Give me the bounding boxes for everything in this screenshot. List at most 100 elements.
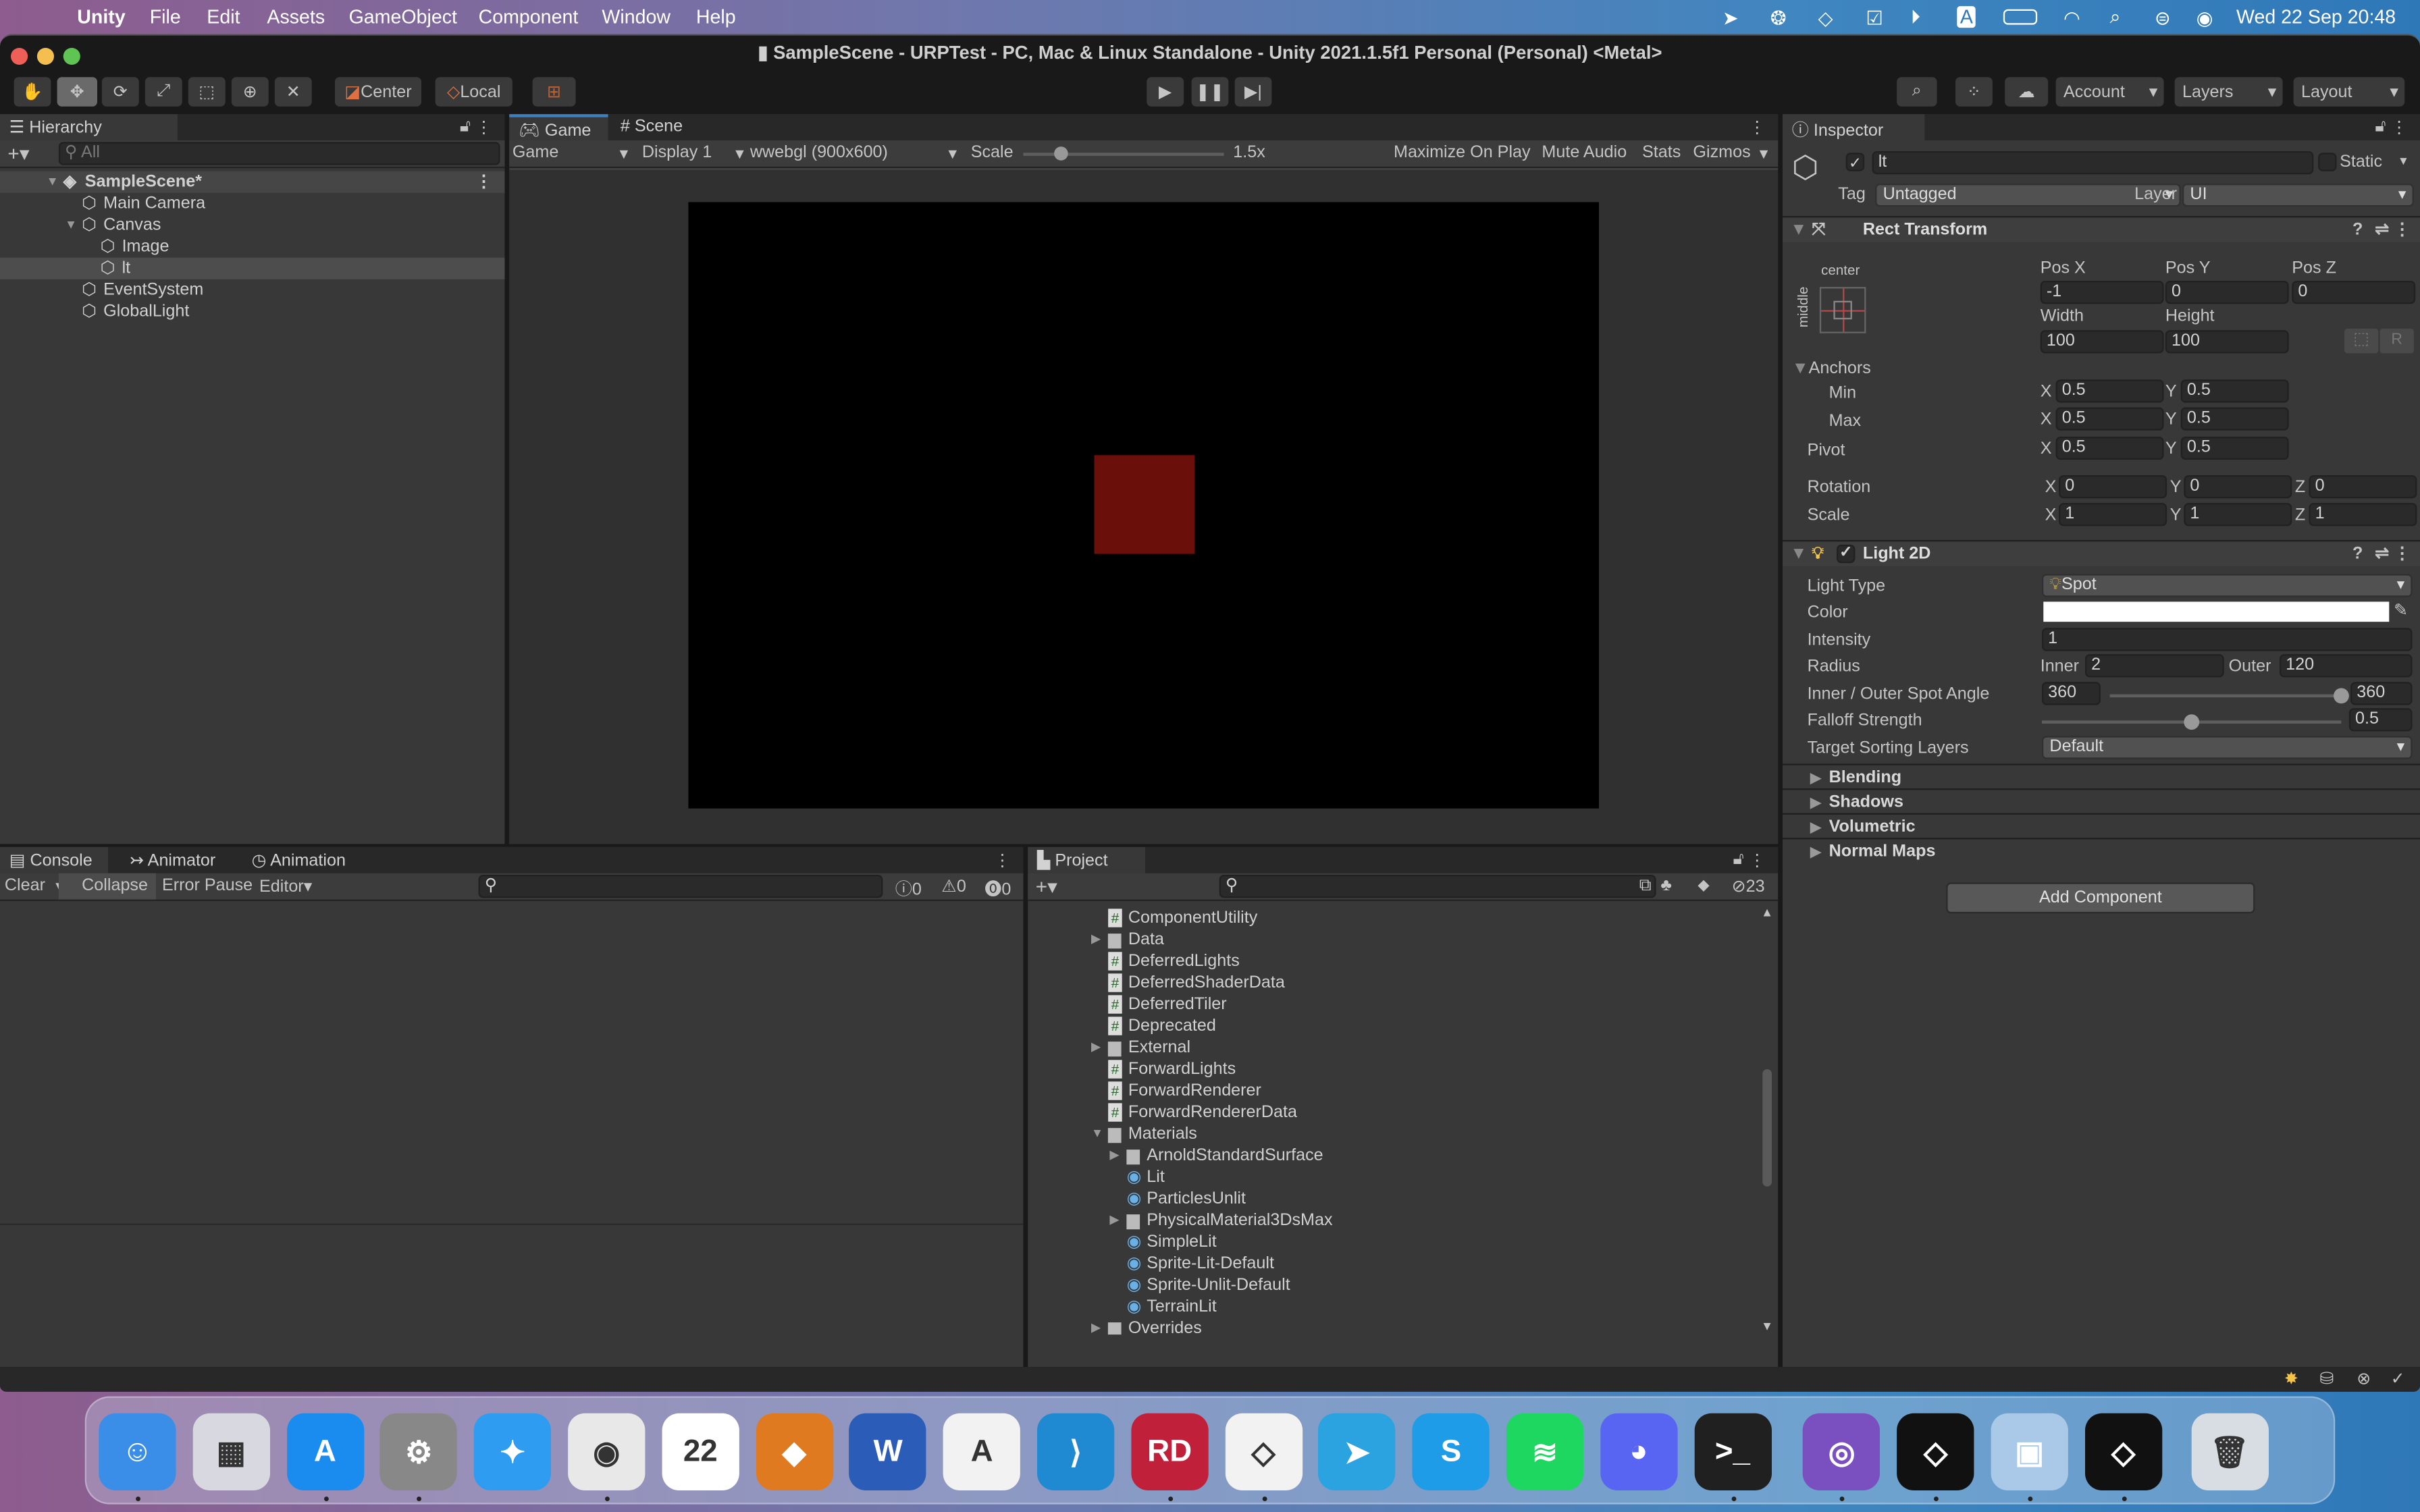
create-add-button[interactable]: +▾ bbox=[1036, 875, 1057, 900]
posz-input[interactable]: 0 bbox=[2292, 280, 2416, 304]
rotz-input[interactable]: 0 bbox=[2309, 475, 2417, 499]
volumetric-foldout[interactable]: ▶ Volumetric bbox=[1782, 813, 2420, 838]
create-add-button[interactable]: +▾ bbox=[7, 142, 29, 167]
posx-input[interactable]: -1 bbox=[2040, 280, 2164, 304]
pivot-local-button[interactable]: ◇ Local bbox=[435, 77, 512, 107]
roty-input[interactable]: 0 bbox=[2184, 475, 2292, 499]
project-item[interactable]: # ForwardLights bbox=[1028, 1058, 1756, 1080]
project-item[interactable]: ◉ TerrainLit bbox=[1028, 1296, 1756, 1318]
cache-server-icon[interactable]: ⛁ bbox=[2319, 1368, 2334, 1388]
more-options-icon[interactable]: ⋮ bbox=[1749, 850, 1766, 870]
intensity-input[interactable]: 1 bbox=[2041, 628, 2413, 651]
clock[interactable]: Wed 22 Sep 20:48 bbox=[2236, 6, 2396, 28]
hierarchy-item[interactable]: ⬡ lt bbox=[0, 257, 505, 279]
menu-component[interactable]: Component bbox=[479, 6, 579, 28]
foldout-arrow-icon[interactable]: ▶ bbox=[1109, 1145, 1119, 1166]
dock-unity-hub-icon[interactable]: ◇ bbox=[1224, 1413, 1303, 1490]
scly-input[interactable]: 1 bbox=[2184, 503, 2292, 526]
rect-transform-header[interactable]: ▼ ⤧ Rect Transform ? ⇌ ⋮ bbox=[1782, 215, 2420, 242]
preset-icon[interactable]: ⇌ bbox=[2375, 541, 2389, 566]
more-options-icon[interactable]: ⋮ bbox=[1749, 117, 1766, 137]
maxx-input[interactable]: 0.5 bbox=[2055, 407, 2164, 431]
posy-input[interactable]: 0 bbox=[2165, 280, 2289, 304]
width-input[interactable]: 100 bbox=[2040, 330, 2164, 354]
project-item[interactable]: ◉ ParticlesUnlit bbox=[1028, 1188, 1756, 1210]
editor-dropdown[interactable]: Editor▾ bbox=[259, 876, 312, 896]
slider-thumb[interactable] bbox=[2184, 714, 2200, 730]
foldout-arrow-icon[interactable]: ▶ bbox=[1091, 929, 1101, 950]
mute-audio-toggle[interactable]: Mute Audio bbox=[1542, 144, 1627, 162]
tab-console[interactable]: ▤ Console bbox=[0, 846, 108, 873]
falloff-input[interactable]: 0.5 bbox=[2348, 708, 2413, 732]
inner-angle-input[interactable]: 360 bbox=[2041, 682, 2101, 705]
error-count-toggle[interactable]: ⓿0 bbox=[984, 876, 1011, 901]
dock-telegram-icon[interactable]: ➤ bbox=[1318, 1413, 1396, 1490]
tasks-icon[interactable]: ☑ bbox=[1866, 6, 1883, 29]
dock-unity-2-icon[interactable]: ◇ bbox=[2084, 1413, 2162, 1490]
blueprint-mode-button[interactable]: ⬚ bbox=[2344, 328, 2379, 354]
more-options-icon[interactable]: ⋮ bbox=[2391, 117, 2408, 137]
spot-angle-range-slider[interactable] bbox=[2109, 688, 2349, 704]
gameobject-cube-icon[interactable]: ⬡ bbox=[1792, 148, 1819, 186]
foldout-arrow-icon[interactable]: ▼ bbox=[1792, 360, 1809, 378]
menu-assets[interactable]: Assets bbox=[267, 6, 325, 28]
tab-scene[interactable]: # Scene bbox=[611, 114, 692, 140]
rect-tool-button[interactable]: ⬚ bbox=[188, 77, 226, 107]
collapse-toggle[interactable]: Collapse bbox=[58, 873, 156, 900]
project-scrollbar[interactable]: ▲ ▼ bbox=[1760, 906, 1775, 1338]
project-item[interactable]: ▶ ▆ PhysicalMaterial3DsMax bbox=[1028, 1210, 1756, 1231]
menu-edit[interactable]: Edit bbox=[207, 6, 240, 28]
light2d-enabled-checkbox[interactable]: ✓ bbox=[1836, 544, 1856, 564]
tab-animator[interactable]: ↣ Animator bbox=[120, 847, 225, 873]
clear-button[interactable]: Clear bbox=[5, 876, 45, 894]
more-options-icon[interactable]: ⋮ bbox=[994, 850, 1011, 870]
project-item[interactable]: # DeferredTiler bbox=[1028, 994, 1756, 1015]
project-item[interactable]: ▶ ▆ External bbox=[1028, 1037, 1756, 1058]
dock-discord-icon[interactable]: ◕ bbox=[1600, 1413, 1678, 1490]
more-options-icon[interactable]: ⋮ bbox=[2394, 541, 2411, 566]
wifi-icon[interactable]: ◠ bbox=[2063, 6, 2080, 29]
move-tool-button[interactable]: ✥ bbox=[57, 77, 97, 107]
layer-dropdown[interactable]: UI bbox=[2182, 183, 2414, 207]
lighting-icon[interactable]: ✸ bbox=[2284, 1368, 2298, 1388]
foldout-arrow-icon[interactable]: ▶ bbox=[1091, 1318, 1101, 1335]
search-in-window-icon[interactable]: ⧉ bbox=[1639, 876, 1652, 896]
control-center-icon[interactable]: ⊜ bbox=[2155, 6, 2171, 29]
project-item[interactable]: ◉ SimpleLit bbox=[1028, 1231, 1756, 1253]
dock-github-desktop-icon[interactable]: ◎ bbox=[1803, 1413, 1880, 1490]
more-options-icon[interactable]: ⋮ bbox=[475, 171, 492, 193]
error-pause-toggle[interactable]: Error Pause bbox=[162, 876, 253, 894]
scroll-up-icon[interactable]: ▲ bbox=[1761, 906, 1773, 920]
collab-icon[interactable]: ⁘ bbox=[1955, 77, 1993, 107]
hierarchy-item[interactable]: ▼ ⬡ Canvas bbox=[0, 215, 504, 236]
project-item[interactable]: # ComponentUtility bbox=[1028, 907, 1756, 929]
cloud-icon[interactable]: ☁ bbox=[2005, 77, 2049, 107]
account-dropdown[interactable]: Account ▾ bbox=[2055, 77, 2164, 107]
dock-trash-icon[interactable]: 🗑 bbox=[2190, 1413, 2269, 1490]
dock-preview-icon[interactable]: ▣ bbox=[1991, 1413, 2068, 1490]
sclz-input[interactable]: 1 bbox=[2309, 503, 2417, 526]
project-item[interactable]: ◉ Sprite-Unlit-Default bbox=[1028, 1274, 1756, 1296]
tab-hierarchy[interactable]: ☰ Hierarchy bbox=[0, 114, 178, 140]
shadows-foldout[interactable]: ▶ Shadows bbox=[1782, 788, 2420, 813]
rotate-tool-button[interactable]: ⟳ bbox=[101, 77, 139, 107]
console-search-input[interactable]: ⚲ bbox=[478, 874, 883, 898]
foldout-arrow-icon[interactable]: ▶ bbox=[1109, 1210, 1119, 1231]
resolution-dropdown[interactable]: wwebgl (900x600) ▾ bbox=[750, 144, 957, 164]
dock-chrome-icon[interactable]: ◉ bbox=[568, 1413, 646, 1490]
menu-file[interactable]: File bbox=[150, 6, 181, 28]
hierarchy-search-input[interactable]: ⚲ All bbox=[58, 142, 500, 165]
foldout-arrow-icon[interactable]: ▼ bbox=[47, 171, 59, 193]
project-item[interactable]: # DeferredLights bbox=[1028, 950, 1756, 972]
normal-maps-foldout[interactable]: ▶ Normal Maps bbox=[1782, 838, 2420, 863]
scroll-down-icon[interactable]: ▼ bbox=[1761, 1319, 1773, 1333]
pivy-input[interactable]: 0.5 bbox=[2180, 436, 2289, 460]
lock-icon[interactable]: 🔓︎ bbox=[460, 117, 471, 138]
siri-icon[interactable]: ◉ bbox=[2197, 6, 2213, 29]
help-icon[interactable]: ? bbox=[2352, 217, 2363, 242]
anchors-label[interactable]: Anchors bbox=[1809, 360, 1871, 378]
dock-android-studio-icon[interactable]: A bbox=[943, 1413, 1021, 1490]
stats-toggle[interactable]: Stats bbox=[1642, 144, 1681, 162]
falloff-slider[interactable] bbox=[2041, 714, 2342, 730]
tab-project[interactable]: ▙ Project bbox=[1028, 846, 1145, 873]
